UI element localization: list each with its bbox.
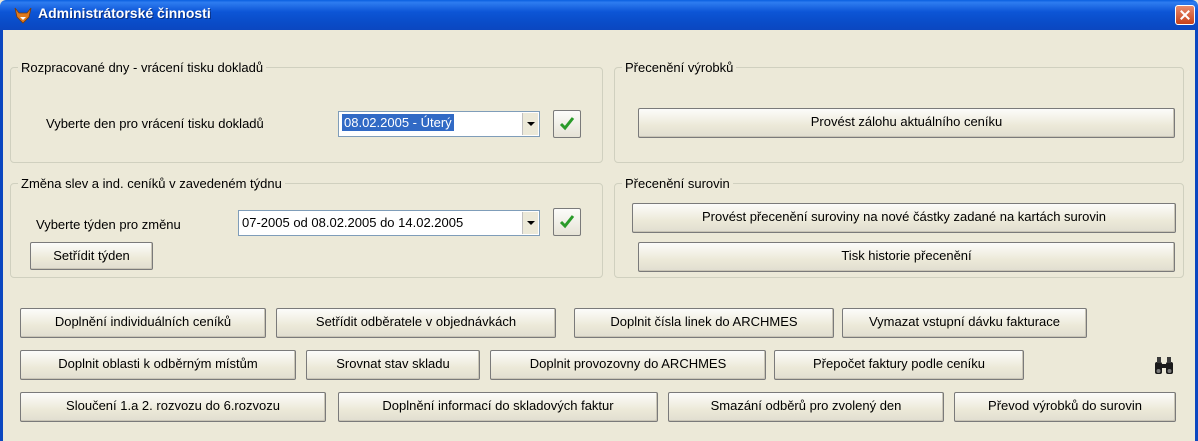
button-label: Setřídit odběratele v objednávkách [315, 314, 517, 329]
button-label: Smazání odběrů pro zvolený den [710, 398, 902, 413]
backup-price-list-button[interactable]: Provést zálohu aktuálního ceníku [638, 108, 1175, 138]
fill-stock-invoice-info-button[interactable]: Doplnění informací do skladových faktur [338, 392, 658, 422]
day-select[interactable]: 08.02.2005 - Úterý [338, 111, 540, 137]
week-select-value: 07-2005 od 08.02.2005 do 14.02.2005 [242, 215, 464, 230]
merge-deliveries-button[interactable]: Sloučení 1.a 2. rozvozu do 6.rozvozu [20, 392, 326, 422]
fill-line-numbers-button[interactable]: Doplnit čísla linek do ARCHMES [574, 308, 834, 338]
window-title: Administrátorské činnosti [38, 5, 211, 21]
week-select-label: Vyberte týden pro změnu [36, 217, 181, 232]
close-icon[interactable] [1175, 5, 1195, 25]
clear-invoice-batch-button[interactable]: Vymazat vstupní dávku fakturace [842, 308, 1087, 338]
delete-orders-for-day-button[interactable]: Smazání odběrů pro zvolený den [668, 392, 944, 422]
check-icon [559, 215, 575, 229]
button-label: Doplnění individuálních ceníků [54, 314, 232, 329]
group-week-legend: Změna slev a ind. ceníků v zavedeném týd… [21, 176, 282, 191]
button-label: Srovnat stav skladu [336, 356, 450, 371]
fill-individual-price-lists-button[interactable]: Doplnění individuálních ceníků [20, 308, 266, 338]
fox-icon [14, 7, 32, 24]
group-revaluation-products-legend: Přecenění výrobků [625, 60, 734, 75]
group-revaluation-materials-legend: Přecenění surovin [625, 176, 730, 191]
title-bar: Administrátorské činnosti [0, 0, 1198, 30]
button-label: Přepočet faktury podle ceníku [813, 356, 985, 371]
chevron-down-icon[interactable] [522, 113, 538, 135]
binoculars-icon[interactable] [1152, 353, 1176, 377]
chevron-down-icon[interactable] [522, 212, 538, 234]
print-revaluation-history-button[interactable]: Tisk historie přecenění [638, 242, 1175, 272]
fill-delivery-areas-button[interactable]: Doplnit oblasti k odběrným místům [20, 350, 296, 380]
button-label: Převod výrobků do surovin [988, 398, 1142, 413]
button-label: Sloučení 1.a 2. rozvozu do 6.rozvozu [66, 398, 280, 413]
day-select-value: 08.02.2005 - Úterý [342, 114, 454, 131]
check-icon [559, 117, 575, 131]
revalue-materials-button[interactable]: Provést přecenění suroviny na nové částk… [632, 203, 1176, 233]
button-label: Doplnit provozovny do ARCHMES [529, 356, 727, 371]
button-label: Doplnit čísla linek do ARCHMES [610, 314, 798, 329]
button-label: Vymazat vstupní dávku fakturace [868, 314, 1060, 329]
recalculate-invoice-button[interactable]: Přepočet faktury podle ceníku [774, 350, 1024, 380]
revalue-materials-label: Provést přecenění suroviny na nové částk… [702, 209, 1106, 224]
week-select[interactable]: 07-2005 od 08.02.2005 do 14.02.2005 [238, 210, 540, 236]
day-select-label: Vyberte den pro vrácení tisku dokladů [46, 116, 264, 131]
sort-customers-in-orders-button[interactable]: Setřídit odběratele v objednávkách [276, 308, 556, 338]
sort-week-label: Setřídit týden [53, 248, 130, 263]
fill-premises-button[interactable]: Doplnit provozovny do ARCHMES [490, 350, 766, 380]
align-stock-button[interactable]: Srovnat stav skladu [306, 350, 480, 380]
confirm-week-button[interactable] [553, 208, 581, 236]
button-label: Doplnit oblasti k odběrným místům [58, 356, 258, 371]
backup-price-list-label: Provést zálohu aktuálního ceníku [810, 114, 1003, 129]
convert-products-to-materials-button[interactable]: Převod výrobků do surovin [954, 392, 1176, 422]
sort-week-button[interactable]: Setřídit týden [30, 242, 153, 270]
print-revaluation-history-label: Tisk historie přecenění [841, 248, 972, 263]
group-days-legend: Rozpracované dny - vrácení tisku dokladů [21, 60, 264, 75]
button-label: Doplnění informací do skladových faktur [382, 398, 614, 413]
confirm-day-button[interactable] [553, 110, 581, 138]
